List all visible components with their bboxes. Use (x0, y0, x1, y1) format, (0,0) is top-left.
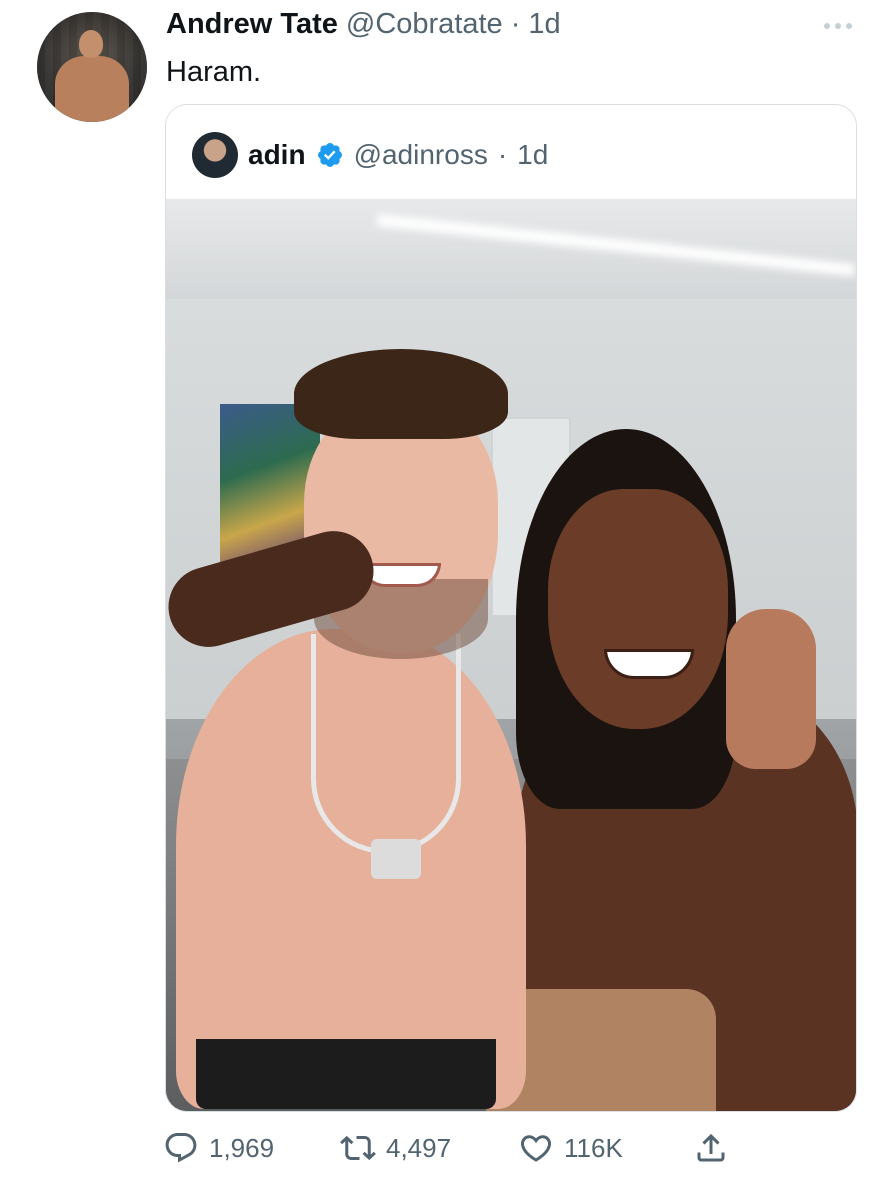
more-icon[interactable] (818, 16, 858, 36)
avatar-figure-head (79, 30, 103, 58)
reply-icon (165, 1133, 197, 1163)
photo-person-right (486, 429, 856, 1111)
person-right-thumbs-up (726, 609, 816, 769)
heart-icon (520, 1135, 552, 1162)
quoted-tweet-header: adin @adinross · 1d (192, 132, 548, 178)
tweet-header: Andrew Tate @Cobratate · 1d (166, 8, 561, 48)
quoted-author-avatar[interactable] (192, 132, 238, 178)
photo-person-left (176, 349, 536, 1109)
retweet-count: 4,497 (386, 1132, 452, 1163)
more-dot (846, 23, 852, 29)
person-left-chain (311, 634, 461, 854)
avatar-figure-torso (55, 56, 129, 122)
share-icon (697, 1133, 725, 1162)
tweet-actions: 1,969 4,497 116K (163, 1124, 763, 1172)
quoted-author-name[interactable]: adin (248, 139, 306, 171)
more-dot (824, 23, 830, 29)
person-left-waistband (196, 1039, 496, 1109)
like-count: 116K (564, 1132, 623, 1163)
author-handle[interactable]: @Cobratate (346, 8, 503, 41)
separator-dot: · (510, 8, 521, 40)
retweet-icon (340, 1135, 376, 1161)
like-button[interactable]: 116K (518, 1124, 623, 1172)
quoted-tweet-photo[interactable] (166, 199, 856, 1111)
tweet-text: Haram. (166, 56, 262, 88)
author-name[interactable]: Andrew Tate (166, 8, 338, 41)
quoted-tweet[interactable]: adin @adinross · 1d (165, 104, 857, 1112)
person-right-face (548, 489, 728, 729)
reply-count: 1,969 (209, 1132, 275, 1163)
verified-badge-icon (317, 143, 342, 167)
more-dot (835, 23, 841, 29)
person-left-pendant (371, 839, 421, 879)
quoted-separator-dot: · (497, 139, 508, 170)
quoted-tweet-timestamp[interactable]: 1d (517, 139, 548, 171)
tweet[interactable]: Andrew Tate @Cobratate · 1d Haram. adin … (0, 0, 894, 1200)
retweet-button[interactable]: 4,497 (340, 1124, 451, 1172)
quoted-author-handle[interactable]: @adinross (354, 139, 488, 171)
reply-button[interactable]: 1,969 (163, 1124, 274, 1172)
person-left-hair (294, 349, 508, 439)
tweet-timestamp[interactable]: 1d (528, 8, 560, 41)
share-button[interactable] (693, 1124, 729, 1172)
author-avatar[interactable] (37, 12, 147, 122)
